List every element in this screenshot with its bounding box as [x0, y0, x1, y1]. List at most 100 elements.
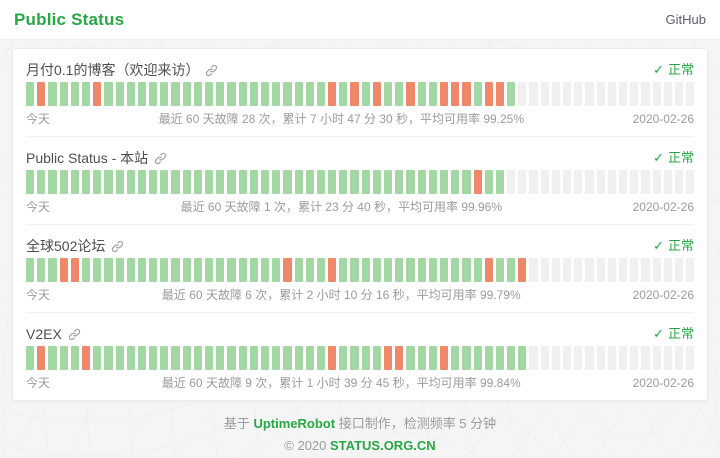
uptime-day-empty [529, 170, 537, 194]
uptime-day-up [194, 170, 202, 194]
uptime-day-up [462, 170, 470, 194]
monitor-name: 月付0.1的博客（欢迎来访） [26, 61, 199, 79]
uptime-day-empty [630, 346, 638, 370]
uptime-day-down [474, 170, 482, 194]
uptime-day-up [250, 170, 258, 194]
link-icon[interactable] [154, 152, 167, 165]
uptime-day-up [183, 170, 191, 194]
summary-text: 最近 60 天故障 1 次，累计 23 分 40 秒，平均可用率 99.96% [50, 200, 633, 214]
uptime-day-up [418, 258, 426, 282]
uptime-day-empty [664, 82, 672, 106]
uptime-day-up [250, 82, 258, 106]
uptime-day-empty [552, 82, 560, 106]
uptime-day-up [82, 82, 90, 106]
uptimerobot-link[interactable]: UptimeRobot [253, 416, 335, 431]
check-icon: ✓ [653, 325, 664, 343]
made-prefix: 基于 [224, 416, 254, 431]
uptime-day-up [250, 346, 258, 370]
uptime-day-empty [630, 82, 638, 106]
uptime-day-up [406, 170, 414, 194]
uptime-day-empty [653, 82, 661, 106]
uptime-day-down [451, 82, 459, 106]
uptime-day-up [306, 170, 314, 194]
uptime-day-up [138, 346, 146, 370]
uptime-day-up [317, 258, 325, 282]
today-label: 今天 [26, 288, 50, 302]
uptime-day-empty [585, 82, 593, 106]
uptime-day-down [485, 82, 493, 106]
uptime-day-empty [563, 346, 571, 370]
uptime-day-up [339, 346, 347, 370]
uptime-day-empty [507, 170, 515, 194]
monitor-title-wrap: 月付0.1的博客（欢迎来访） [26, 61, 218, 79]
uptime-bars [26, 82, 694, 106]
monitor-section-public-status: Public Status - 本站 ✓ 正常 今天 最近 60 天故障 1 次… [26, 137, 694, 225]
uptime-day-empty [608, 170, 616, 194]
monitor-header: V2EX ✓ 正常 [26, 325, 694, 343]
uptime-day-empty [597, 170, 605, 194]
uptime-day-up [26, 258, 34, 282]
uptime-day-up [194, 82, 202, 106]
uptime-day-empty [597, 82, 605, 106]
monitor-footer: 今天 最近 60 天故障 28 次，累计 7 小时 47 分 30 秒，平均可用… [26, 112, 694, 126]
uptime-day-empty [686, 170, 694, 194]
uptime-day-down [93, 82, 101, 106]
uptime-day-up [261, 170, 269, 194]
uptime-day-up [507, 346, 515, 370]
uptime-day-up [227, 346, 235, 370]
uptime-day-up [283, 82, 291, 106]
uptime-day-up [104, 170, 112, 194]
uptime-day-up [451, 170, 459, 194]
uptime-day-up [272, 346, 280, 370]
uptime-day-empty [675, 346, 683, 370]
uptime-day-empty [574, 346, 582, 370]
uptime-day-up [104, 82, 112, 106]
today-label: 今天 [26, 112, 50, 126]
monitor-footer: 今天 最近 60 天故障 9 次，累计 1 小时 39 分 45 秒，平均可用率… [26, 376, 694, 390]
uptime-day-up [474, 82, 482, 106]
uptime-day-up [26, 82, 34, 106]
uptime-day-up [127, 258, 135, 282]
uptime-day-up [429, 346, 437, 370]
link-icon[interactable] [111, 240, 124, 253]
uptime-day-up [350, 258, 358, 282]
uptime-day-empty [619, 346, 627, 370]
uptime-day-up [160, 170, 168, 194]
uptime-day-up [138, 82, 146, 106]
monitor-section-blog: 月付0.1的博客（欢迎来访） ✓ 正常 今天 最近 60 天故障 28 次，累计… [26, 49, 694, 137]
date-label: 2020-02-26 [633, 200, 694, 214]
uptime-day-empty [641, 170, 649, 194]
page-footer: 基于 UptimeRobot 接口制作，检测频率 5 分钟 © 2020 STA… [0, 415, 720, 455]
uptime-day-empty [608, 82, 616, 106]
link-icon[interactable] [205, 64, 218, 77]
status-label: 正常 [668, 61, 694, 79]
uptime-day-down [37, 346, 45, 370]
uptime-day-up [362, 346, 370, 370]
uptime-day-up [306, 258, 314, 282]
uptime-day-down [395, 346, 403, 370]
status-org-link[interactable]: STATUS.ORG.CN [330, 438, 436, 453]
uptime-day-up [250, 258, 258, 282]
status-badge: ✓ 正常 [653, 325, 694, 343]
uptime-day-empty [552, 170, 560, 194]
uptime-day-up [93, 346, 101, 370]
uptime-day-up [429, 258, 437, 282]
uptime-day-down [328, 258, 336, 282]
uptime-day-up [71, 346, 79, 370]
uptime-day-up [93, 258, 101, 282]
uptime-day-down [328, 82, 336, 106]
link-icon[interactable] [68, 328, 81, 341]
status-badge: ✓ 正常 [653, 61, 694, 79]
uptime-day-up [406, 258, 414, 282]
uptime-day-up [48, 346, 56, 370]
status-badge: ✓ 正常 [653, 149, 694, 167]
uptime-day-down [518, 258, 526, 282]
uptime-day-empty [597, 258, 605, 282]
uptime-day-up [474, 258, 482, 282]
uptime-day-up [216, 346, 224, 370]
uptime-day-down [283, 258, 291, 282]
summary-text: 最近 60 天故障 28 次，累计 7 小时 47 分 30 秒，平均可用率 9… [50, 112, 633, 126]
uptime-day-up [283, 346, 291, 370]
github-link[interactable]: GitHub [666, 12, 706, 27]
uptime-day-up [116, 170, 124, 194]
